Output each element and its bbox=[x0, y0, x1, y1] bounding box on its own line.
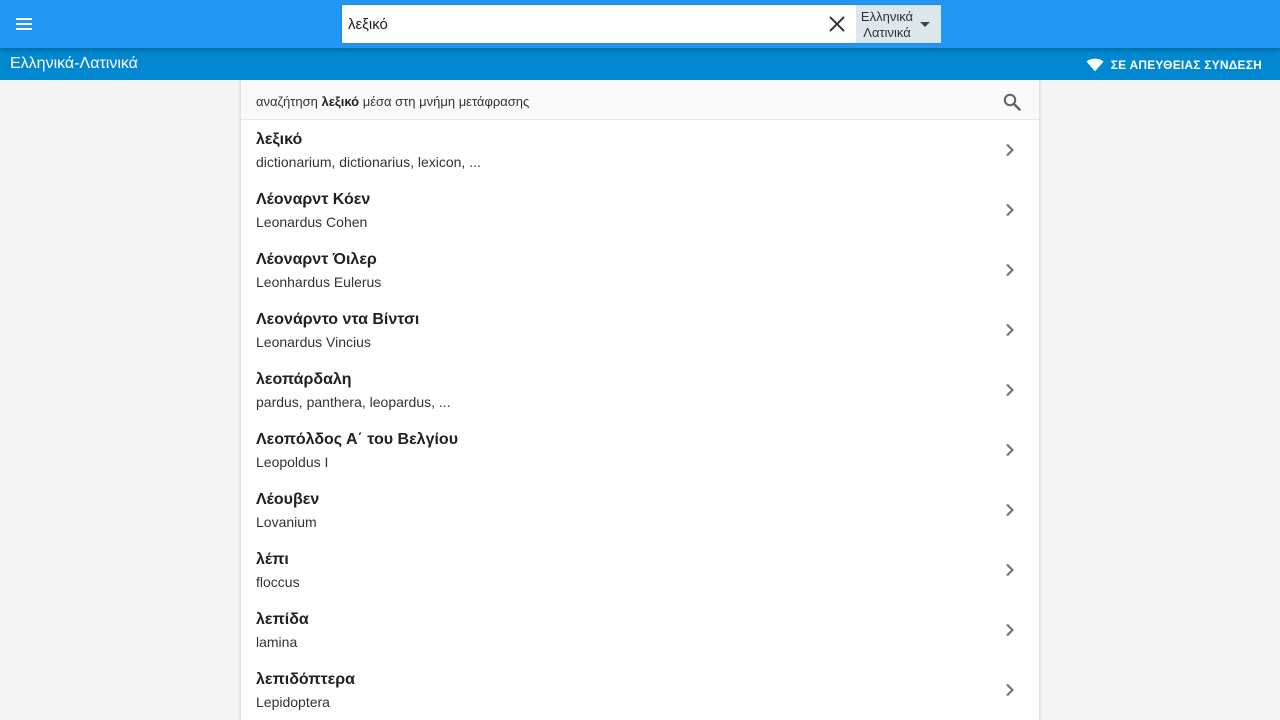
tm-term: λεξικό bbox=[321, 94, 360, 109]
result-term: λεπίδα bbox=[256, 611, 309, 628]
language-pair-bar: Ελληνικά-Λατινικά ΣΕ ΑΠΕΥΘΕΙΑΣ ΣΥΝΔΕΣΗ bbox=[0, 48, 1280, 80]
close-icon[interactable] bbox=[826, 13, 848, 35]
chevron-right-icon bbox=[1006, 323, 1015, 337]
result-item[interactable]: λέπι floccus bbox=[241, 540, 1039, 600]
result-item[interactable]: Λεονάρντο ντα Βίντσι Leonardus Vincius bbox=[241, 300, 1039, 360]
caret-down-icon bbox=[920, 22, 930, 27]
result-translation: dictionarium, dictionarius, lexicon, ... bbox=[256, 154, 481, 170]
result-term: Λέουβεν bbox=[256, 491, 320, 508]
result-term: λέπι bbox=[256, 551, 289, 568]
connection-status: ΣΕ ΑΠΕΥΘΕΙΑΣ ΣΥΝΔΕΣΗ bbox=[1086, 57, 1262, 73]
language-pair-title: Ελληνικά-Λατινικά bbox=[10, 55, 138, 72]
result-term: Λεονάρντο ντα Βίντσι bbox=[256, 311, 420, 328]
tm-prefix: αναζήτηση bbox=[256, 94, 318, 109]
result-translation: Leopoldus I bbox=[256, 454, 329, 470]
menu-icon[interactable] bbox=[12, 12, 36, 36]
result-item[interactable]: λεξικό dictionarium, dictionarius, lexic… bbox=[241, 120, 1039, 180]
chevron-right-icon bbox=[1006, 263, 1015, 277]
result-translation: Leonhardus Eulerus bbox=[256, 274, 382, 290]
results-list: λεξικό dictionarium, dictionarius, lexic… bbox=[241, 120, 1039, 720]
chevron-right-icon bbox=[1006, 203, 1015, 217]
result-term: λεξικό bbox=[256, 131, 303, 148]
chevron-right-icon bbox=[1006, 383, 1015, 397]
source-language-label: Ελληνικά bbox=[860, 9, 914, 24]
chevron-right-icon bbox=[1006, 503, 1015, 517]
search-icon[interactable] bbox=[1003, 93, 1021, 111]
chevron-right-icon bbox=[1006, 443, 1015, 457]
tm-suffix: μέσα στη μνήμη μετάφρασης bbox=[362, 94, 530, 109]
result-term: λεοπάρδαλη bbox=[256, 371, 352, 388]
translation-memory-search[interactable]: αναζήτηση λεξικό μέσα στη μνήμη μετάφρασ… bbox=[241, 80, 1039, 120]
result-translation: floccus bbox=[256, 574, 300, 590]
result-term: Λεοπόλδος Α΄ του Βελγίου bbox=[256, 431, 458, 448]
wifi-icon bbox=[1086, 58, 1104, 72]
result-item[interactable]: Λέοναρντ Όιλερ Leonhardus Eulerus bbox=[241, 240, 1039, 300]
result-item[interactable]: Λέοναρντ Κόεν Leonardus Cohen bbox=[241, 180, 1039, 240]
results-panel: αναζήτηση λεξικό μέσα στη μνήμη μετάφρασ… bbox=[240, 80, 1040, 720]
result-translation: Leonardus Vincius bbox=[256, 334, 371, 350]
chevron-right-icon bbox=[1006, 563, 1015, 577]
language-select[interactable]: Ελληνικά Λατινικά bbox=[856, 5, 941, 43]
connection-status-label: ΣΕ ΑΠΕΥΘΕΙΑΣ ΣΥΝΔΕΣΗ bbox=[1110, 58, 1262, 72]
result-term: Λέοναρντ Κόεν bbox=[256, 191, 371, 208]
result-translation: lamina bbox=[256, 634, 298, 650]
chevron-right-icon bbox=[1006, 143, 1015, 157]
top-app-bar: Ελληνικά Λατινικά bbox=[0, 0, 1280, 48]
search-box: Ελληνικά Λατινικά bbox=[341, 4, 941, 44]
result-item[interactable]: λεπίδα lamina bbox=[241, 600, 1039, 660]
result-term: Λέοναρντ Όιλερ bbox=[256, 251, 377, 268]
result-translation: Leonardus Cohen bbox=[256, 214, 368, 230]
result-term: λεπιδόπτερα bbox=[256, 671, 355, 688]
translation-memory-search-text: αναζήτηση λεξικό μέσα στη μνήμη μετάφρασ… bbox=[256, 94, 529, 109]
result-item[interactable]: Λέουβεν Lovanium bbox=[241, 480, 1039, 540]
result-item[interactable]: λεπιδόπτερα Lepidoptera bbox=[241, 660, 1039, 720]
result-translation: Lepidoptera bbox=[256, 694, 330, 710]
target-language-label: Λατινικά bbox=[863, 25, 911, 40]
chevron-right-icon bbox=[1006, 683, 1015, 697]
chevron-right-icon bbox=[1006, 623, 1015, 637]
result-item[interactable]: Λεοπόλδος Α΄ του Βελγίου Leopoldus I bbox=[241, 420, 1039, 480]
result-translation: Lovanium bbox=[256, 514, 317, 530]
search-input[interactable] bbox=[348, 5, 818, 43]
result-translation: pardus, panthera, leopardus, ... bbox=[256, 394, 451, 410]
result-item[interactable]: λεοπάρδαλη pardus, panthera, leopardus, … bbox=[241, 360, 1039, 420]
